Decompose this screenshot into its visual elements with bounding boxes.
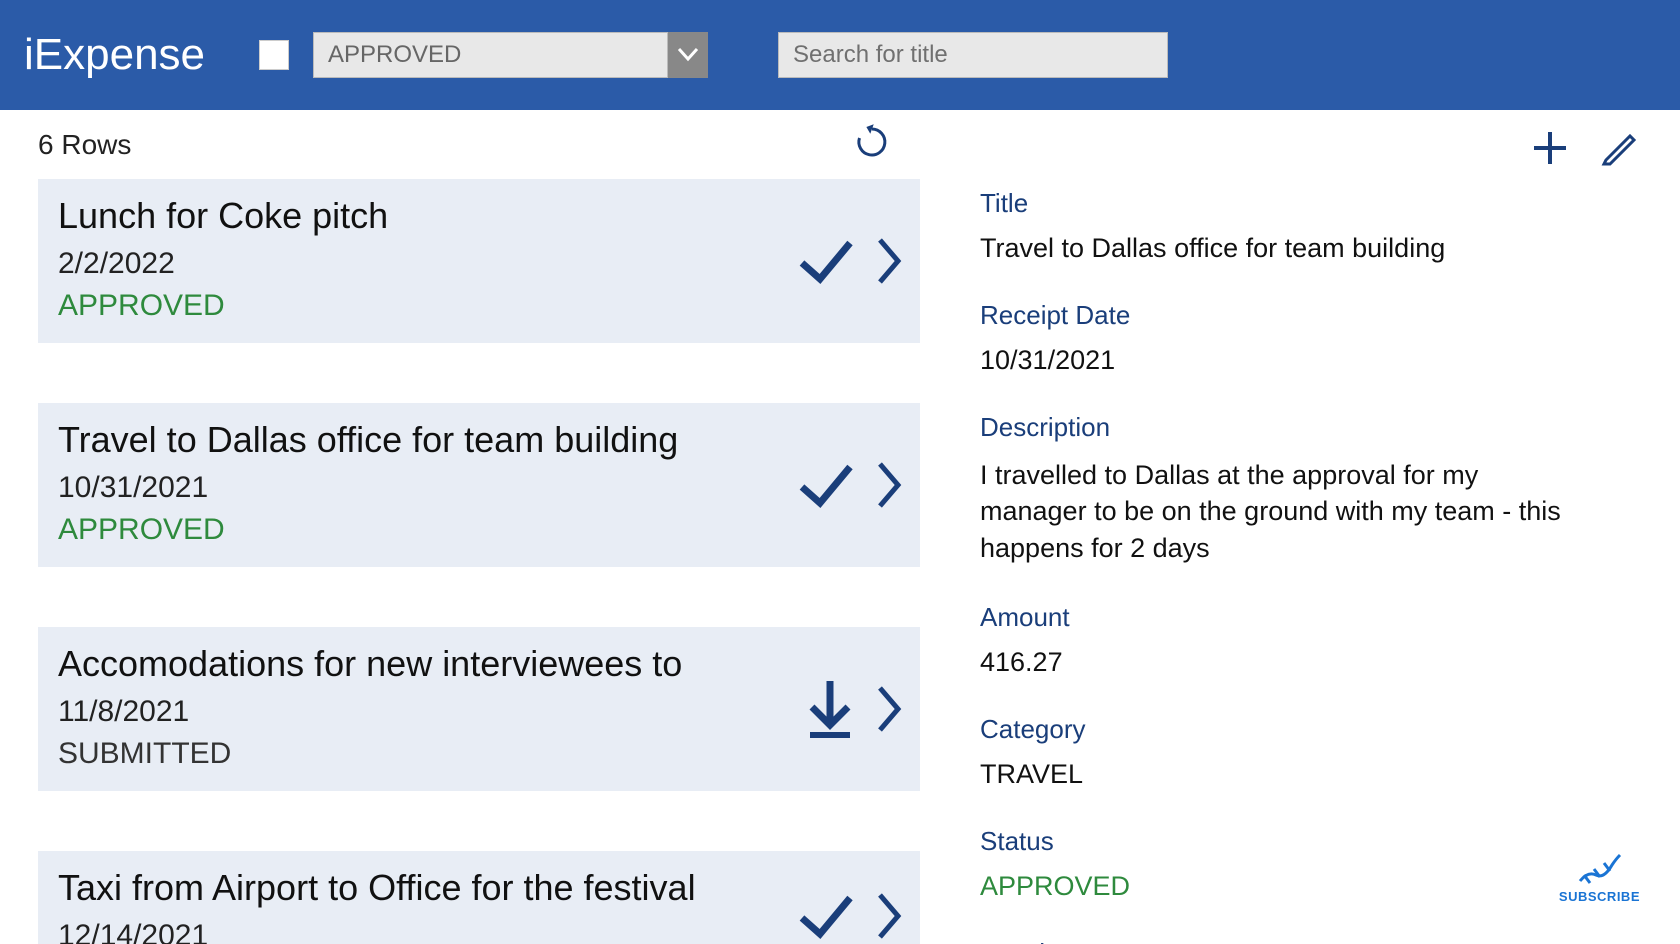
chevron-down-icon[interactable] [668,32,708,78]
expense-status: SUBMITTED [58,737,900,771]
expense-status: APPROVED [58,513,900,547]
edit-icon[interactable] [1600,128,1640,168]
add-icon[interactable] [1530,128,1570,168]
expense-title: Accomodations for new interviewees to [58,643,900,685]
expense-date: 11/8/2021 [58,695,900,729]
status-filter-select[interactable]: APPROVED [313,32,708,78]
card-actions [794,457,902,513]
chevron-right-icon[interactable] [876,460,902,510]
chevron-right-icon[interactable] [876,236,902,286]
detail-pane: Title Travel to Dallas office for team b… [920,110,1680,944]
detail-toolbar [980,128,1670,168]
value-description: I travelled to Dallas at the approval fo… [980,457,1580,566]
app-title: iExpense [24,30,205,80]
label-category: Category [980,714,1640,745]
main-content: 6 Rows Lunch for Coke pitch 2/2/2022 APP… [0,110,1680,944]
expense-title: Travel to Dallas office for team buildin… [58,419,900,461]
expense-card[interactable]: Taxi from Airport to Office for the fest… [38,851,920,944]
detail-scroll[interactable]: Title Travel to Dallas office for team b… [980,188,1670,944]
label-receipt-date: Receipt Date [980,300,1640,331]
label-description: Description [980,412,1640,443]
label-status: Status [980,826,1640,857]
check-icon[interactable] [794,233,858,289]
expense-list-pane: 6 Rows Lunch for Coke pitch 2/2/2022 APP… [0,110,920,944]
expense-list[interactable]: Lunch for Coke pitch 2/2/2022 APPROVED T… [38,179,920,944]
expense-status: APPROVED [58,289,900,323]
expense-date: 12/14/2021 [58,919,900,944]
expense-date: 10/31/2021 [58,471,900,505]
check-icon[interactable] [794,457,858,513]
chevron-right-icon[interactable] [876,891,902,941]
label-title: Title [980,188,1640,219]
value-category: TRAVEL [980,759,1640,790]
subscribe-label: SUBSCRIBE [1559,889,1640,904]
row-count-label: 6 Rows [38,129,131,161]
card-actions [794,233,902,289]
expense-card[interactable]: Accomodations for new interviewees to 11… [38,627,920,791]
expense-title: Lunch for Coke pitch [58,195,900,237]
value-receipt-date: 10/31/2021 [980,345,1640,376]
filter-checkbox[interactable] [259,40,289,70]
value-status: APPROVED [980,871,1640,902]
download-icon[interactable] [802,677,858,741]
label-amount: Amount [980,602,1640,633]
refresh-icon[interactable] [854,124,890,165]
status-filter-value: APPROVED [313,32,668,78]
search-input[interactable] [778,32,1168,78]
expense-card[interactable]: Lunch for Coke pitch 2/2/2022 APPROVED [38,179,920,343]
expense-card[interactable]: Travel to Dallas office for team buildin… [38,403,920,567]
value-amount: 416.27 [980,647,1640,678]
app-header: iExpense APPROVED [0,0,1680,110]
expense-title: Taxi from Airport to Office for the fest… [58,867,900,909]
label-attachments: Attachments [980,938,1640,944]
value-title: Travel to Dallas office for team buildin… [980,233,1640,264]
card-actions [794,888,902,944]
subscribe-badge[interactable]: SUBSCRIBE [1559,849,1640,904]
list-toolbar: 6 Rows [38,124,920,165]
expense-date: 2/2/2022 [58,247,900,281]
chevron-right-icon[interactable] [876,684,902,734]
card-actions [802,677,902,741]
check-icon[interactable] [794,888,858,944]
